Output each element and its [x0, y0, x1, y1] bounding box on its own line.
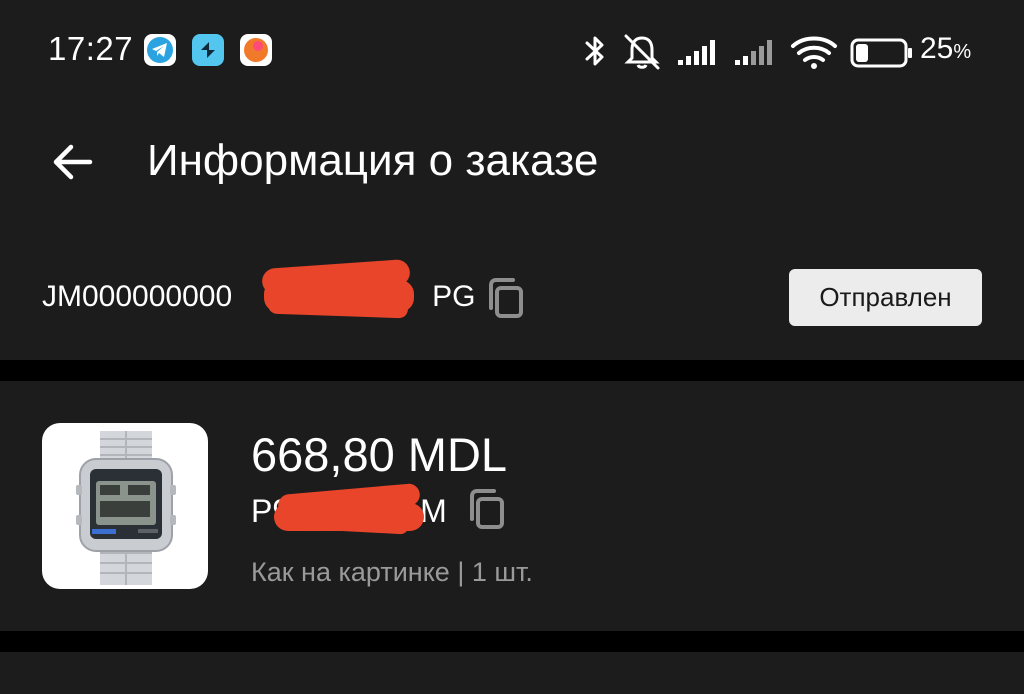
status-bar: 17:27 25% [0, 0, 1024, 104]
signal-icon [735, 40, 772, 65]
orange-app-icon [240, 34, 272, 66]
order-row: JM000000000 PG Отправлен [0, 230, 1024, 360]
back-button[interactable] [44, 132, 104, 192]
signal-icon [678, 40, 715, 65]
watch-image [76, 431, 176, 585]
shortcut-app-icon [192, 34, 224, 66]
next-section [0, 652, 1024, 694]
page-title: Информация о заказе [147, 136, 599, 185]
redaction-mark [267, 295, 409, 319]
app-header: Информация о заказе [0, 104, 1024, 230]
product-variant: Как на картинке | 1 шт. [251, 557, 533, 587]
wifi-icon [791, 36, 837, 69]
product-card[interactable]: 668,80 MDL P9 M Как на картинке | 1 шт. [0, 381, 1024, 631]
battery-icon [850, 38, 912, 68]
copy-icon[interactable] [467, 489, 507, 529]
order-id-suffix: PG [432, 280, 476, 313]
order-id-prefix: JM000000000 [42, 280, 233, 313]
arrow-left-icon[interactable] [44, 132, 104, 192]
telegram-icon [144, 34, 176, 66]
product-image[interactable] [42, 423, 208, 589]
mute-icon [624, 34, 660, 70]
status-badge: Отправлен [789, 269, 982, 326]
product-sku-suffix: M [420, 493, 447, 529]
copy-icon[interactable] [486, 278, 526, 318]
battery-percent: 25% [920, 32, 972, 65]
bluetooth-icon [585, 36, 604, 66]
battery-percent-sign: % [953, 41, 972, 63]
product-price: 668,80 MDL [251, 428, 508, 481]
status-time: 17:27 [48, 30, 134, 67]
screen: 17:27 25% Информация о заказе JM00000000… [0, 0, 1024, 694]
